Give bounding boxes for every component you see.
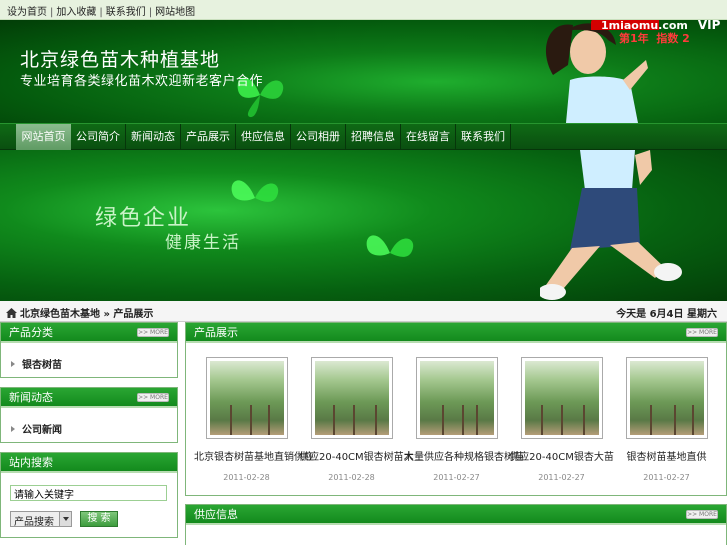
- more-button[interactable]: >> MORE: [137, 328, 169, 337]
- more-button[interactable]: >> MORE: [686, 328, 718, 337]
- breadcrumb-path[interactable]: 北京绿色苗木基地 » 产品展示: [20, 309, 153, 320]
- product-card: 大量供应各种规格银杏树苗 2011-02-27: [404, 357, 524, 482]
- panel-title: 产品展示: [194, 326, 238, 339]
- nav-about[interactable]: 公司简介: [71, 124, 126, 150]
- header-banner: 北京绿色苗木种植基地 专业培育各类绿化苗木欢迎新老客户合作 1miaomu.co…: [0, 20, 727, 123]
- hero-text-line2: 健康生活: [165, 233, 241, 253]
- vip-label: VIP: [697, 20, 721, 32]
- vip-badge: 1miaomu.com VIP 第1年 指数 2: [589, 20, 721, 46]
- product-thumbnail[interactable]: [520, 357, 603, 439]
- nav-album[interactable]: 公司相册: [291, 124, 346, 150]
- search-input[interactable]: [10, 485, 167, 501]
- top-links-bar: 设为首页 | 加入收藏 | 联系我们 | 网站地图: [0, 0, 727, 20]
- nav-products[interactable]: 产品展示: [181, 124, 236, 150]
- sidebar-news-panel: 新闻动态 >> MORE 公司新闻: [0, 387, 178, 443]
- product-name[interactable]: 供应20-40CM银杏树苗木: [299, 448, 414, 463]
- butterfly-icon: [366, 235, 414, 257]
- hero-banner: 绿色企业 健康生活: [0, 150, 727, 301]
- butterfly-icon: [231, 180, 279, 202]
- panel-title: 新闻动态: [9, 391, 53, 404]
- panel-header: 产品分类 >> MORE: [1, 323, 177, 343]
- product-date: 2011-02-28: [328, 473, 375, 482]
- product-date: 2011-02-28: [223, 473, 270, 482]
- sidebar-categories-panel: 产品分类 >> MORE 银杏树苗: [0, 322, 178, 378]
- product-thumbnail[interactable]: [310, 357, 393, 439]
- top-link-home[interactable]: 设为首页: [7, 7, 47, 18]
- search-button[interactable]: 搜 索: [80, 511, 118, 527]
- product-thumbnail[interactable]: [415, 357, 498, 439]
- nav-message[interactable]: 在线留言: [401, 124, 456, 150]
- nav-home[interactable]: 网站首页: [16, 124, 71, 150]
- separator: |: [50, 7, 54, 18]
- product-card: 银杏树苗基地直供 2011-02-27: [614, 357, 719, 482]
- site-slogan: 专业培育各类绿化苗木欢迎新老客户合作: [20, 74, 264, 89]
- product-name[interactable]: 北京银杏树苗基地直销供应: [194, 448, 314, 463]
- product-date: 2011-02-27: [538, 473, 585, 482]
- products-panel: 产品展示 >> MORE 北京银杏树苗基地直销供应 2011-02-28 供应2…: [185, 322, 727, 496]
- chevron-down-icon: [59, 512, 71, 526]
- site-name: 北京绿色苗木种植基地: [20, 49, 221, 71]
- product-card: 北京银杏树苗基地直销供应 2011-02-28: [194, 357, 314, 482]
- product-date: 2011-02-27: [643, 473, 690, 482]
- nav-supply[interactable]: 供应信息: [236, 124, 291, 150]
- separator: |: [148, 7, 153, 18]
- sidebar-search-panel: 站内搜索 产品搜索 搜 索: [0, 452, 178, 538]
- top-link-contact[interactable]: 联系我们: [106, 7, 146, 18]
- product-name[interactable]: 供应20-40CM银杏大苗: [509, 448, 614, 463]
- category-link[interactable]: 银杏树苗: [11, 356, 62, 371]
- nav-contact[interactable]: 联系我们: [456, 124, 511, 150]
- nav-jobs[interactable]: 招聘信息: [346, 124, 401, 150]
- current-date: 今天是 6月4日 星期六: [616, 309, 717, 320]
- product-thumbnail[interactable]: [205, 357, 288, 439]
- panel-header: 站内搜索: [1, 453, 177, 473]
- product-thumbnail[interactable]: [625, 357, 708, 439]
- product-name[interactable]: 银杏树苗基地直供: [614, 448, 719, 463]
- product-card: 供应20-40CM银杏大苗 2011-02-27: [509, 357, 614, 482]
- product-date: 2011-02-27: [433, 473, 480, 482]
- panel-header: 产品展示 >> MORE: [186, 323, 726, 343]
- arrow-right-icon: [11, 426, 15, 432]
- search-type-select[interactable]: 产品搜索: [10, 511, 72, 528]
- breadcrumb: 北京绿色苗木基地 » 产品展示 今天是 6月4日 星期六: [0, 301, 727, 322]
- top-link-sitemap[interactable]: 网站地图: [155, 7, 195, 18]
- vip-year: 第1年 指数 2: [619, 32, 690, 45]
- panel-title: 供应信息: [194, 508, 238, 521]
- product-card: 供应20-40CM银杏树苗木 2011-02-28: [299, 357, 414, 482]
- nav-news[interactable]: 新闻动态: [126, 124, 181, 150]
- more-button[interactable]: >> MORE: [137, 393, 169, 402]
- news-category-link[interactable]: 公司新闻: [11, 421, 62, 436]
- panel-header: 供应信息 >> MORE: [186, 505, 726, 525]
- panel-title: 产品分类: [9, 326, 53, 339]
- panel-title: 站内搜索: [9, 456, 53, 469]
- separator: |: [99, 7, 103, 18]
- panel-header: 新闻动态 >> MORE: [1, 388, 177, 408]
- arrow-right-icon: [11, 361, 15, 367]
- supply-panel: 供应信息 >> MORE: [185, 504, 727, 545]
- more-button[interactable]: >> MORE: [686, 510, 718, 519]
- top-link-favorite[interactable]: 加入收藏: [56, 7, 96, 18]
- model-figure-image: [540, 150, 682, 300]
- main-nav: 网站首页 公司简介 新闻动态 产品展示 供应信息 公司相册 招聘信息 在线留言 …: [0, 123, 727, 150]
- product-name[interactable]: 大量供应各种规格银杏树苗: [404, 448, 524, 463]
- home-icon: [6, 308, 17, 318]
